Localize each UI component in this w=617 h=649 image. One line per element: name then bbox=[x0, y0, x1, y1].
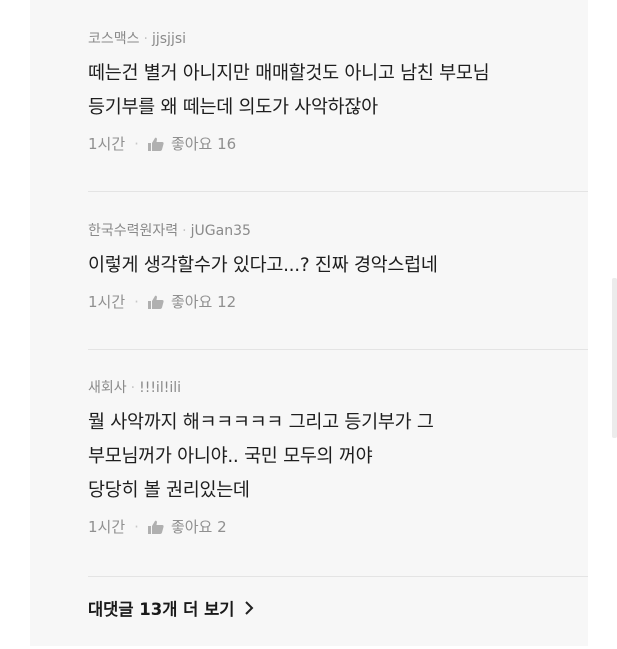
comment-author: 코스맥스 · jjsjjsi bbox=[88, 30, 588, 48]
comment-author: 새회사 · !!!il!ili bbox=[88, 379, 588, 397]
like-label: 좋아요 bbox=[170, 135, 213, 153]
comment-footer: 1시간 · 좋아요 12 bbox=[88, 291, 588, 312]
divider bbox=[88, 349, 588, 350]
username[interactable]: jUGan35 bbox=[191, 223, 251, 239]
thumbs-up-icon bbox=[147, 520, 164, 534]
like-count: 12 bbox=[217, 292, 237, 311]
company-name[interactable]: 새회사 bbox=[88, 380, 127, 396]
divider bbox=[88, 191, 588, 192]
comment-line: 뭘 사악까지 해ㅋㅋㅋㅋㅋ 그리고 등기부가 그 bbox=[88, 412, 434, 433]
comment-line: 등기부를 왜 떼는데 의도가 사악하잖아 bbox=[88, 97, 378, 118]
comment-author: 한국수력원자력 · jUGan35 bbox=[88, 222, 588, 240]
like-label: 좋아요 bbox=[170, 293, 213, 311]
comment-body: 이렇게 생각할수가 있다고...? 진짜 경악스럽네 bbox=[88, 249, 588, 283]
comment-item: 한국수력원자력 · jUGan35 이렇게 생각할수가 있다고...? 진짜 경악스… bbox=[88, 222, 588, 312]
separator: · bbox=[134, 134, 139, 153]
divider bbox=[88, 576, 588, 577]
comment-line: 이렇게 생각할수가 있다고...? 진짜 경악스럽네 bbox=[88, 255, 438, 276]
like-button[interactable]: 좋아요 12 bbox=[147, 291, 237, 312]
comment-line: 당당히 볼 권리있는데 bbox=[88, 480, 250, 501]
separator: · bbox=[134, 517, 139, 536]
separator: · bbox=[182, 223, 187, 239]
separator: · bbox=[134, 292, 139, 311]
comment-body: 떼는건 별거 아니지만 매매할것도 아니고 남친 부모님 등기부를 왜 떼는데 … bbox=[88, 57, 588, 125]
thumbs-up-icon bbox=[147, 137, 164, 151]
like-count: 16 bbox=[217, 134, 237, 153]
comment-footer: 1시간 · 좋아요 2 bbox=[88, 516, 588, 537]
more-replies-label: 대댓글 13개 더 보기 bbox=[88, 600, 235, 619]
username[interactable]: !!!il!ili bbox=[139, 380, 181, 396]
comment-time: 1시간 bbox=[88, 518, 126, 536]
like-button[interactable]: 좋아요 16 bbox=[147, 133, 237, 154]
chevron-right-icon bbox=[245, 601, 254, 615]
like-button[interactable]: 좋아요 2 bbox=[147, 516, 227, 537]
comment-line: 떼는건 별거 아니지만 매매할것도 아니고 남친 부모님 bbox=[88, 63, 490, 84]
separator: · bbox=[130, 380, 136, 396]
scrollbar[interactable] bbox=[612, 278, 617, 438]
comment-item: 새회사 · !!!il!ili 뭘 사악까지 해ㅋㅋㅋㅋㅋ 그리고 등기부가 그 부… bbox=[88, 379, 588, 537]
like-count: 2 bbox=[217, 517, 227, 536]
thumbs-up-icon bbox=[147, 295, 164, 309]
comment-line: 부모님꺼가 아니야.. 국민 모두의 꺼야 bbox=[88, 446, 373, 467]
more-replies-button[interactable]: 대댓글 13개 더 보기 bbox=[88, 596, 254, 620]
like-label: 좋아요 bbox=[170, 518, 213, 536]
comment-body: 뭘 사악까지 해ㅋㅋㅋㅋㅋ 그리고 등기부가 그 부모님꺼가 아니야.. 국민 … bbox=[88, 406, 588, 508]
company-name[interactable]: 한국수력원자력 bbox=[88, 223, 178, 239]
comment-time: 1시간 bbox=[88, 135, 126, 153]
comment-item: 코스맥스 · jjsjjsi 떼는건 별거 아니지만 매매할것도 아니고 남친 부모… bbox=[88, 30, 588, 154]
separator: · bbox=[143, 31, 148, 47]
comment-footer: 1시간 · 좋아요 16 bbox=[88, 133, 588, 154]
username[interactable]: jjsjjsi bbox=[152, 31, 186, 47]
company-name[interactable]: 코스맥스 bbox=[88, 31, 140, 47]
comment-time: 1시간 bbox=[88, 293, 126, 311]
